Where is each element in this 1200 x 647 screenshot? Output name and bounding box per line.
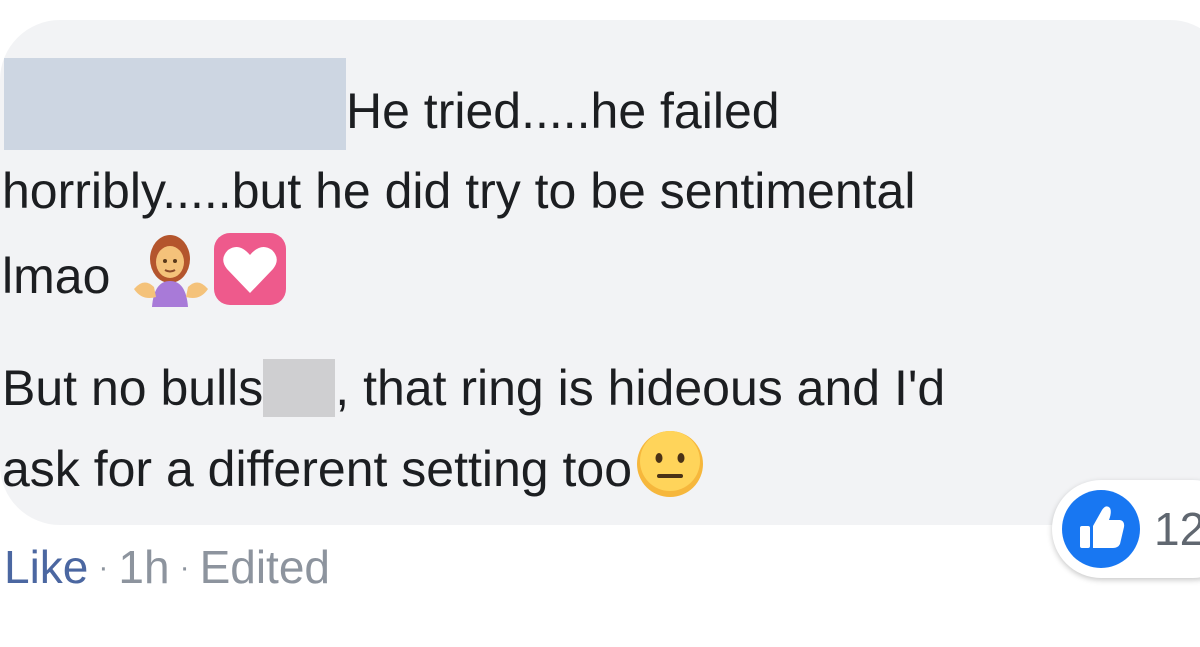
comment-timestamp[interactable]: 1h xyxy=(118,541,169,593)
heart-icon xyxy=(212,231,288,330)
comment-line-3: lmao xyxy=(2,248,111,304)
redacted-author-name[interactable] xyxy=(4,58,346,150)
comment-para2-line2: ask for a different setting too xyxy=(2,441,633,497)
comment-para2-start: But no bulls xyxy=(2,360,264,416)
comment-screenshot: He tried.....he failed horribly.....but … xyxy=(0,0,1200,647)
comment-actions: Like · 1h · Edited xyxy=(4,532,330,603)
comment-paragraph-2: But no bulls , that ring is hideous and I… xyxy=(2,348,1182,523)
comment-line-1: He tried.....he failed xyxy=(346,83,780,139)
reaction-count: 12 xyxy=(1154,503,1200,555)
reaction-summary[interactable]: 12 xyxy=(1052,480,1200,578)
redacted-word xyxy=(263,359,336,417)
comment-line-2: horribly.....but he did try to be sentim… xyxy=(2,163,916,219)
comment-body: He tried.....he failed horribly.....but … xyxy=(2,58,1182,523)
like-link[interactable]: Like xyxy=(4,541,88,593)
neutral-face-icon xyxy=(634,428,706,523)
comment-para2-rest: , that ring is hideous and I'd xyxy=(335,360,946,416)
comment-paragraph-1: He tried.....he failed horribly.....but … xyxy=(2,58,1182,330)
thumbs-up-icon xyxy=(1062,490,1140,568)
separator-dot: · xyxy=(179,551,190,584)
separator-dot: · xyxy=(98,551,109,584)
edited-label[interactable]: Edited xyxy=(200,541,330,593)
woman-shrugging-icon xyxy=(130,231,212,330)
